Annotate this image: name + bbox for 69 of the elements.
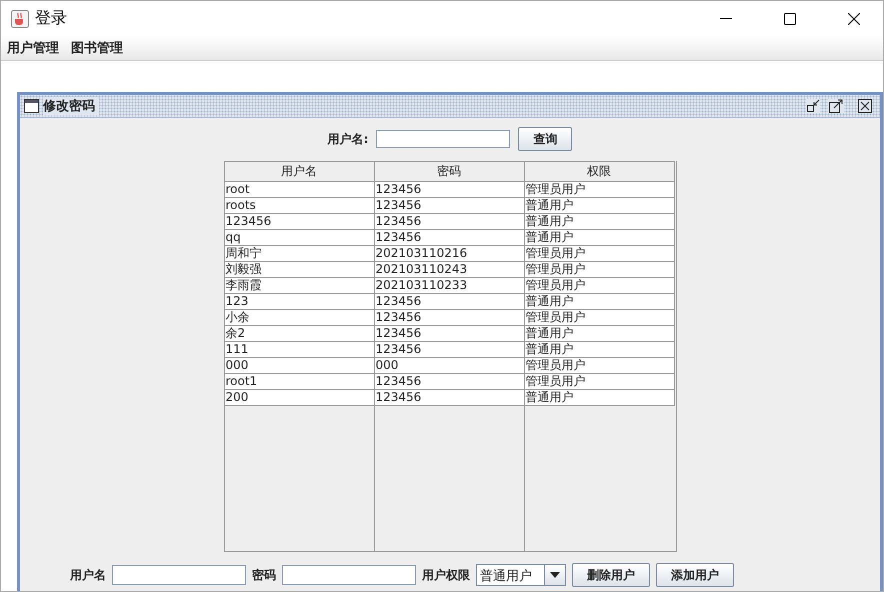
table-cell: 123456: [374, 390, 524, 406]
table-cell: 管理员用户: [524, 182, 674, 198]
table-cell: 123456: [374, 230, 524, 246]
close-icon[interactable]: [858, 99, 872, 113]
table-cell: 200: [224, 390, 374, 406]
maximize-icon: [784, 12, 796, 24]
table-cell: 123456: [374, 342, 524, 358]
table-cell: root: [224, 182, 374, 198]
table-cell: 123456: [374, 326, 524, 342]
action-button[interactable]: 删除用户: [572, 563, 650, 587]
table-cell: 小余: [224, 310, 374, 326]
table-cell: qq: [224, 230, 374, 246]
search-button[interactable]: 查询: [518, 127, 572, 151]
table-cell: 202103110233: [374, 278, 524, 294]
coffee-cup-icon: [11, 10, 29, 28]
table-cell: 普通用户: [524, 198, 674, 214]
table-cell: 普通用户: [524, 342, 674, 358]
close-icon: [848, 12, 860, 24]
table-cell: 管理员用户: [524, 310, 674, 326]
table-cell: 000: [374, 358, 524, 374]
table-cell: 123456: [374, 214, 524, 230]
table-cell: 123456: [224, 214, 374, 230]
username-search-field[interactable]: [376, 130, 510, 148]
table-cell: 管理员用户: [524, 358, 674, 374]
table-cell: 普通用户: [524, 214, 674, 230]
username-label: 用户名:: [328, 130, 368, 148]
table-cell: 周和宁: [224, 246, 374, 262]
table-cell: 普通用户: [524, 326, 674, 342]
table-cell: 刘毅强: [224, 262, 374, 278]
table-cell: 123456: [374, 310, 524, 326]
table-cell: 普通用户: [524, 390, 674, 406]
caret-icon: [550, 572, 560, 578]
menu-item[interactable]: 图书管理: [71, 39, 123, 57]
table-cell: 管理员用户: [524, 374, 674, 390]
role-dropdown[interactable]: 普通用户: [476, 564, 566, 586]
frame-title: 修改密码: [43, 97, 99, 115]
table-cell: root1: [224, 374, 374, 390]
table-cell: 123456: [374, 374, 524, 390]
table-cell: 余2: [224, 326, 374, 342]
table-cell: 管理员用户: [524, 278, 674, 294]
table-cell: 000: [224, 358, 374, 374]
password-label: 密码: [252, 566, 276, 584]
table-cell: roots: [224, 198, 374, 214]
username-field[interactable]: [112, 565, 246, 585]
minimize-icon: [720, 18, 732, 19]
table-cell: 普通用户: [524, 294, 674, 310]
table-cell: 202103110243: [374, 262, 524, 278]
table-cell: 111: [224, 342, 374, 358]
column-header[interactable]: 权限: [524, 162, 674, 182]
action-button[interactable]: 添加用户: [656, 563, 734, 587]
window-icon: [24, 99, 39, 113]
table-cell: 123456: [374, 294, 524, 310]
maximize-icon[interactable]: [828, 99, 844, 113]
role-label: 用户权限: [422, 566, 470, 584]
table-cell: 李雨霞: [224, 278, 374, 294]
table-cell: 123: [224, 294, 374, 310]
column-header[interactable]: 用户名: [224, 162, 374, 182]
window-title: 登录: [35, 8, 68, 29]
table-cell: 管理员用户: [524, 246, 674, 262]
password-field[interactable]: [282, 565, 416, 585]
username-label: 用户名: [70, 566, 106, 584]
table-cell: 123456: [374, 198, 524, 214]
table-cell: 普通用户: [524, 230, 674, 246]
role-value: 普通用户: [479, 568, 533, 585]
table-cell: 123456: [374, 182, 524, 198]
table-cell: 202103110216: [374, 246, 524, 262]
table-cell: 管理员用户: [524, 262, 674, 278]
menu-item[interactable]: 用户管理: [7, 39, 59, 57]
column-header[interactable]: 密码: [374, 162, 524, 182]
